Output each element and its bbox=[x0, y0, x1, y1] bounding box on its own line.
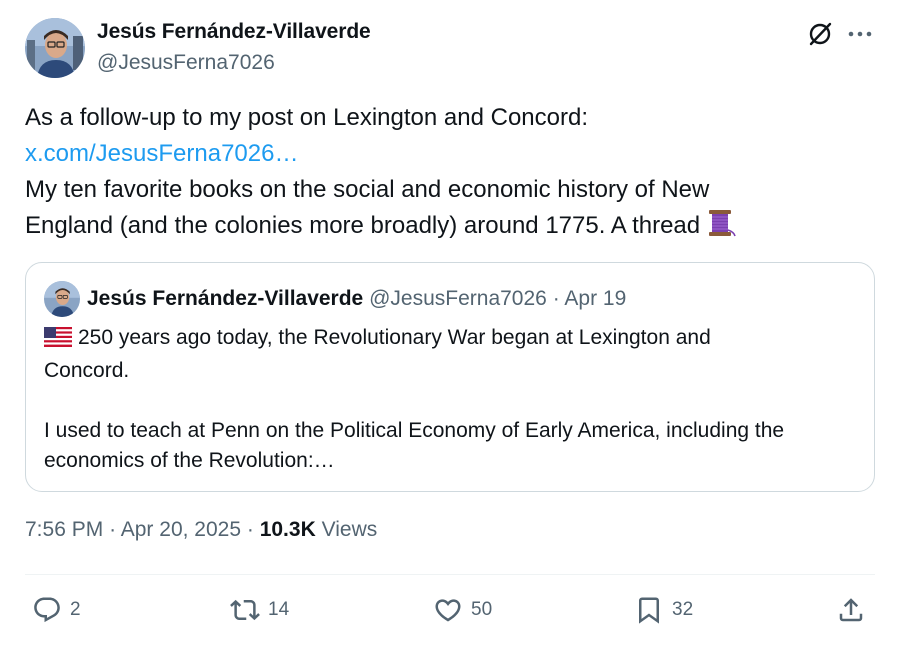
retweet-icon bbox=[230, 599, 260, 621]
quote-text-line: I used to teach at Penn on the Political… bbox=[44, 419, 785, 442]
quote-author-name: Jesús Fernández-Villaverde bbox=[87, 287, 364, 310]
share-button[interactable] bbox=[836, 594, 866, 626]
quote-date: Apr 19 bbox=[564, 287, 627, 310]
bookmark-button[interactable]: 32 bbox=[634, 594, 693, 626]
quote-author-handle: @JesusFerna7026 bbox=[369, 287, 547, 310]
author-handle[interactable]: @JesusFerna7026 bbox=[97, 51, 275, 75]
us-flag-icon bbox=[44, 326, 72, 356]
like-count: 50 bbox=[471, 599, 493, 620]
reply-icon bbox=[34, 597, 60, 623]
tweet-detail: Jesús Fernández-Villaverde @JesusFerna70… bbox=[0, 0, 898, 646]
grok-icon[interactable] bbox=[806, 20, 834, 48]
bookmark-count: 32 bbox=[672, 599, 694, 620]
quote-separator: · bbox=[552, 287, 560, 310]
tweet-text-line: As a follow-up to my post on Lexington a… bbox=[25, 104, 588, 131]
share-icon bbox=[839, 598, 863, 622]
meta-separator: · bbox=[109, 518, 117, 541]
quote-text-line: 250 years ago today, the Revolutionary W… bbox=[78, 326, 711, 349]
views-label: Views bbox=[321, 518, 378, 541]
retweet-button[interactable]: 14 bbox=[230, 594, 289, 626]
meta-separator: · bbox=[246, 518, 254, 541]
thread-spool-icon bbox=[704, 208, 736, 249]
tweet-text-line: England (and the colonies more broadly) … bbox=[25, 212, 701, 239]
quoted-post[interactable]: Jesús Fernández-Villaverde @JesusFerna70… bbox=[25, 262, 875, 492]
author-name[interactable]: Jesús Fernández-Villaverde bbox=[97, 20, 371, 44]
tweet-link[interactable]: x.com/JesusFerna7026… bbox=[25, 140, 298, 167]
quote-text: 250 years ago today, the Revolutionary W… bbox=[44, 323, 864, 476]
like-button[interactable]: 50 bbox=[433, 594, 492, 626]
quote-text-line: economics of the Revolution:… bbox=[44, 449, 335, 472]
post-time[interactable]: 7:56 PM bbox=[25, 518, 103, 541]
reply-count: 2 bbox=[70, 599, 81, 620]
quote-text-line: Concord. bbox=[44, 359, 130, 382]
tweet-text: As a follow-up to my post on Lexington a… bbox=[25, 100, 855, 249]
timestamp-row: 7:56 PM · Apr 20, 2025 · 10.3K Views bbox=[25, 518, 377, 542]
heart-icon bbox=[435, 599, 461, 622]
post-date[interactable]: Apr 20, 2025 bbox=[121, 518, 241, 541]
tweet-text-line: My ten favorite books on the social and … bbox=[25, 176, 710, 203]
author-avatar[interactable] bbox=[25, 18, 85, 78]
bookmark-icon bbox=[639, 597, 659, 624]
more-icon[interactable] bbox=[846, 20, 874, 48]
quote-author-avatar bbox=[44, 281, 80, 317]
divider bbox=[25, 574, 875, 575]
reply-button[interactable]: 2 bbox=[32, 594, 81, 626]
views-count: 10.3K bbox=[259, 518, 316, 541]
quote-header: Jesús Fernández-Villaverde @JesusFerna70… bbox=[87, 287, 626, 311]
retweet-count: 14 bbox=[268, 599, 290, 620]
